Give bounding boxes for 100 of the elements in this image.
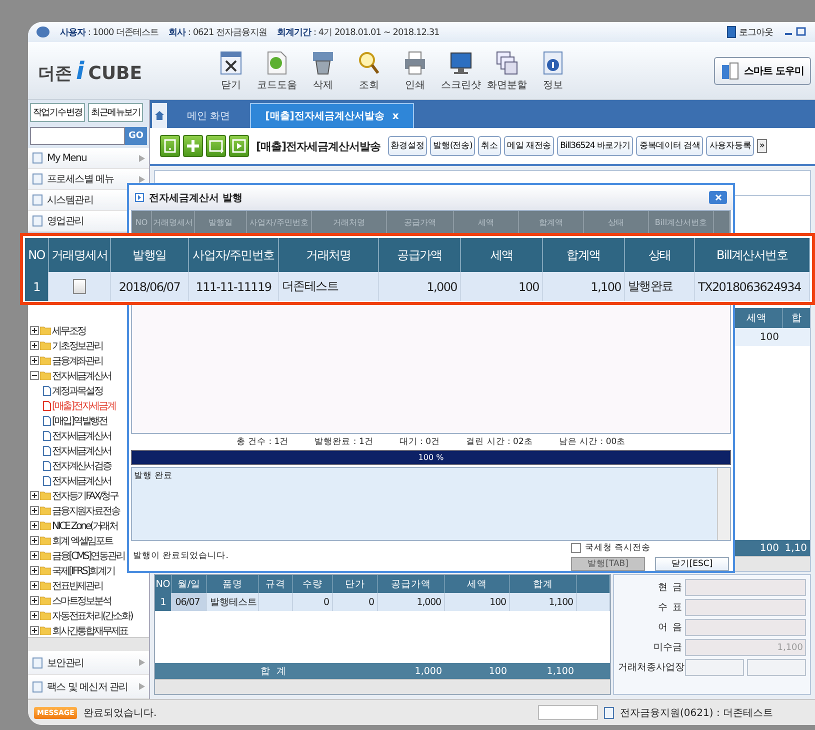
plus-icon[interactable]: [30, 506, 39, 515]
refresh-button[interactable]: [206, 135, 226, 157]
toolbar-button[interactable]: 스크린샷: [438, 50, 484, 92]
home-icon: [154, 110, 165, 121]
log-box[interactable]: 발행 완료: [131, 467, 731, 541]
close-button[interactable]: [709, 191, 727, 204]
input-field[interactable]: [685, 599, 806, 616]
summary-text: 총 건수 : 1건: [236, 436, 289, 448]
status-field: [538, 705, 598, 720]
total-cell-text: 1,000: [414, 664, 443, 678]
summary-text: 남은 시간 : 00초: [558, 436, 626, 448]
sidebar-button[interactable]: 최근메뉴보기: [88, 102, 144, 122]
tree-item[interactable]: 전자세금계산서: [52, 474, 111, 488]
horizontal-scrollbar[interactable]: [28, 637, 149, 651]
field-label: 어 음: [656, 621, 682, 634]
total-cell-text: 100: [758, 542, 780, 556]
tree-item[interactable]: 스마트정보분석: [52, 594, 111, 608]
plus-icon[interactable]: [30, 356, 39, 365]
action-button[interactable]: 사용자등록: [706, 136, 754, 156]
logout-link[interactable]: 로그아웃: [739, 26, 773, 38]
plus-icon[interactable]: [30, 491, 39, 500]
play-icon: [230, 137, 248, 155]
checkbox-label: 국세청 즉시전송: [585, 542, 651, 554]
tree-item[interactable]: 금융[CMS]연동관리: [52, 548, 124, 562]
plus-icon[interactable]: [30, 611, 39, 620]
plus-icon[interactable]: [30, 341, 39, 350]
tree-item[interactable]: 기초정보관리: [52, 338, 102, 352]
smart-helper-button[interactable]: 스마트 도우미: [714, 56, 811, 84]
tree-item[interactable]: 금융지원자료전송: [52, 504, 120, 518]
input-field[interactable]: [685, 579, 806, 596]
plus-icon[interactable]: [30, 521, 39, 530]
plus-icon[interactable]: [30, 596, 39, 605]
tree-item[interactable]: 전자세금계산서: [52, 368, 111, 382]
document-icon: [32, 194, 43, 206]
minus-icon[interactable]: [30, 371, 39, 380]
input-field[interactable]: [685, 659, 744, 676]
folder-icon: [40, 626, 51, 635]
checkbox[interactable]: [571, 542, 581, 552]
tree-item[interactable]: 금융계좌관리: [52, 354, 102, 368]
tree-item[interactable]: 전자등기FAX/청구: [52, 488, 118, 502]
search-field[interactable]: [30, 127, 125, 145]
tree-item[interactable]: 전자계산서검증: [52, 458, 111, 472]
plus-icon[interactable]: [30, 551, 39, 560]
tree-item[interactable]: 전자세금계산서: [52, 444, 111, 458]
table-cell: 1,000: [379, 272, 461, 301]
column-header: 사업자/주민번호: [189, 238, 279, 272]
tree-item[interactable]: 회사간통합재무제표: [52, 624, 128, 637]
field-label: 수 표: [656, 601, 682, 614]
toolbar-button[interactable]: 코드도움: [254, 50, 300, 92]
tree-item[interactable]: 전자세금계산서: [52, 428, 111, 442]
tree-item[interactable]: 회계 엑셀임포트: [52, 534, 112, 548]
run-button[interactable]: [229, 135, 249, 157]
tree-item[interactable]: 전표반제관리: [52, 578, 102, 592]
plus-icon: [184, 137, 202, 155]
toolbar-button[interactable]: 인쇄: [392, 50, 438, 92]
go-button[interactable]: GO: [125, 127, 147, 145]
tab[interactable]: 메인 화면: [173, 103, 244, 128]
plus-icon[interactable]: [30, 326, 39, 335]
add-button[interactable]: [183, 135, 203, 157]
total-cell-text: 1,100: [546, 664, 575, 678]
tree-item[interactable]: [매입]역발행전: [52, 414, 108, 428]
home-button[interactable]: [152, 103, 167, 128]
tree-item[interactable]: 자동전표처리(간소화): [52, 608, 132, 622]
plus-icon[interactable]: [30, 566, 39, 575]
plus-icon[interactable]: [30, 581, 39, 590]
tab[interactable]: [매출]전자세금계산서발송 x: [250, 103, 414, 128]
logo-icon: [36, 26, 50, 38]
tree-item[interactable]: NICE Zone(거래처: [52, 518, 118, 532]
search-icon: [357, 50, 381, 76]
sidebar-button[interactable]: 작업기수변경: [30, 102, 86, 122]
more-button[interactable]: »: [757, 139, 767, 153]
action-button[interactable]: 중복데이터 검색: [636, 136, 704, 156]
dialog-button[interactable]: 닫기[ESC]: [655, 556, 729, 570]
toolbar-button[interactable]: 정보: [530, 50, 576, 92]
action-button[interactable]: 환경설정: [388, 136, 428, 156]
toolbar-button[interactable]: 삭제: [300, 50, 346, 92]
plus-icon[interactable]: [30, 626, 39, 635]
book-icon: [721, 62, 740, 80]
table-row[interactable]: 1 06/07 발행테스트 0 0 1,000 100 1,100: [155, 593, 610, 611]
tree-item[interactable]: 국제[IFRS]회계기: [52, 564, 114, 578]
action-button[interactable]: Bill36524 바로가기: [557, 136, 634, 156]
horizontal-scrollbar[interactable]: [155, 679, 610, 694]
column-header: Bill계산서번호: [695, 238, 810, 272]
folder-icon: [40, 566, 51, 575]
plus-icon[interactable]: [30, 536, 39, 545]
folder-icon: [40, 491, 51, 500]
toolbar-button[interactable]: 닫기: [208, 50, 254, 92]
toolbar-button[interactable]: 조회: [346, 50, 392, 92]
tree-item[interactable]: 계정과목설정: [52, 384, 102, 398]
tree-item[interactable]: [매출]전자세금계: [52, 398, 116, 412]
toolbar-button[interactable]: 화면분할: [484, 50, 530, 92]
checkbox[interactable]: [73, 279, 86, 294]
action-button[interactable]: 발행(전송): [430, 136, 476, 156]
action-button[interactable]: 메일 재전송: [504, 136, 554, 156]
input-field[interactable]: [747, 659, 806, 676]
input-field[interactable]: [685, 619, 806, 636]
help-button[interactable]: [160, 135, 180, 157]
caret-icon: [139, 176, 145, 182]
tree-item[interactable]: 세무조정: [52, 324, 86, 338]
action-button[interactable]: 취소: [478, 136, 502, 156]
